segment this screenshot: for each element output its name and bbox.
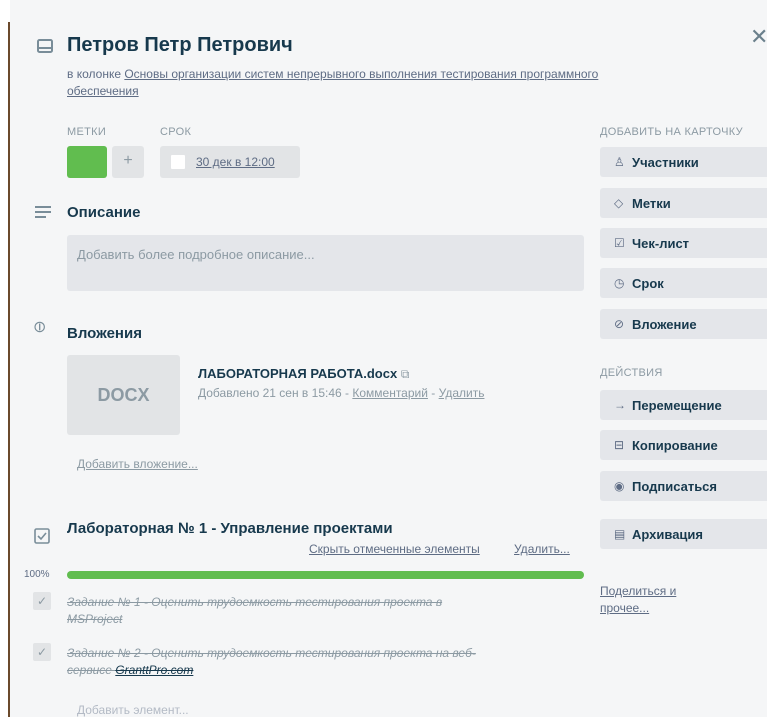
checklist-item-checkbox[interactable]: ✓: [33, 643, 51, 661]
actions-heading: ДЕЙСТВИЯ: [600, 367, 663, 379]
attachment-thumbnail[interactable]: DOCX: [67, 355, 180, 435]
attachment-delete-link[interactable]: Удалить: [439, 386, 485, 400]
checklist-item-text-cont: сервисе: [67, 663, 112, 677]
description-field[interactable]: Добавить более подробное описание...: [67, 235, 584, 291]
labels-button[interactable]: ◇ Метки: [600, 188, 767, 218]
checklist-item-text: Задание № 1 - Оценить трудоемкость тести…: [67, 595, 443, 609]
delete-checklist-link[interactable]: Удалить...: [514, 542, 570, 556]
copy-button[interactable]: ⊟ Копирование: [600, 430, 767, 460]
share-text-cont: прочее...: [600, 601, 650, 615]
checklist-icon: [34, 528, 50, 544]
checklist-item[interactable]: Задание № 1 - Оценить трудоемкость тести…: [67, 594, 517, 628]
subscribe-button[interactable]: ◉ Подписаться: [600, 471, 767, 501]
add-checklist-item[interactable]: Добавить элемент...: [77, 703, 189, 717]
share-text: Поделиться и: [600, 584, 677, 598]
move-button[interactable]: → Перемещение: [600, 390, 767, 420]
checklist-item-text: Задание № 2 - Оценить трудоемкость тести…: [67, 646, 476, 660]
checklist-progress-fill: [67, 571, 584, 579]
attachment-separator: -: [431, 386, 436, 400]
checklist-item-link[interactable]: GranttPro.com: [115, 663, 193, 677]
attachment-meta: Добавлено 21 сен в 15:46 - Комментарий -…: [198, 386, 484, 400]
share-and-more-link[interactable]: Поделиться и прочее...: [600, 583, 676, 617]
due-date-text: 30 дек в 12:00: [196, 155, 275, 169]
add-attachment-link[interactable]: Добавить вложение...: [77, 457, 198, 471]
card-icon: ⊟: [614, 438, 625, 452]
person-icon: ♙: [614, 155, 625, 169]
due-date-button[interactable]: ◷ Срок: [600, 268, 767, 298]
eye-icon: ◉: [614, 479, 625, 493]
archive-button[interactable]: ▤ Архивация: [600, 519, 767, 549]
checklist-button[interactable]: ☑ Чек-лист: [600, 228, 767, 258]
add-label-button[interactable]: +: [112, 146, 144, 178]
archive-icon: ▤: [614, 527, 626, 541]
checkbox-icon: ☑: [614, 236, 625, 250]
attachment-button[interactable]: ⊘ Вложение: [600, 309, 767, 339]
attachments-heading: Вложения: [67, 325, 142, 342]
list-link-cont[interactable]: обеспечения: [67, 84, 139, 98]
paperclip-icon: ⊘: [614, 317, 625, 331]
checklist-item[interactable]: Задание № 2 - Оценить трудоемкость тести…: [67, 645, 517, 679]
checklist-item-text-cont: MSProject: [67, 612, 123, 626]
label-green[interactable]: [67, 146, 107, 178]
labels-heading: МЕТКИ: [67, 126, 107, 138]
add-to-card-heading: ДОБАВИТЬ НА КАРТОЧКУ: [600, 126, 743, 138]
checklist-progress-percent: 100%: [24, 569, 50, 580]
card-icon: [37, 39, 53, 53]
card-title[interactable]: Петров Петр Петрович: [67, 34, 293, 57]
tag-icon: ◇: [614, 196, 624, 210]
checklist-progress-bar: [67, 571, 584, 579]
description-heading: Описание: [67, 204, 141, 221]
external-link-icon[interactable]: ⧉: [401, 367, 410, 381]
hide-checked-link[interactable]: Скрыть отмеченные элементы: [309, 542, 480, 556]
checklist-title[interactable]: Лабораторная № 1 - Управление проектами: [67, 520, 393, 537]
arrow-right-icon: →: [614, 398, 626, 412]
clock-icon: ◷: [614, 276, 625, 290]
attachment-name[interactable]: ЛАБОРАТОРНАЯ РАБОТА.docx ⧉: [198, 366, 409, 382]
list-link[interactable]: Основы организации систем непрерывного в…: [124, 67, 598, 81]
description-placeholder: Добавить более подробное описание...: [77, 247, 315, 262]
members-button[interactable]: ♙ Участники: [600, 147, 767, 177]
list-prefix: в колонке: [67, 67, 121, 81]
due-date-button[interactable]: 30 дек в 12:00: [160, 146, 300, 178]
attachment-added: Добавлено 21 сен в 15:46 -: [198, 386, 350, 400]
close-icon[interactable]: ✕: [750, 24, 767, 50]
card-list-info: в колонке Основы организации систем непр…: [67, 66, 717, 100]
description-icon: [35, 206, 51, 218]
due-heading: СРОК: [160, 126, 192, 138]
attachment-comment-link[interactable]: Комментарий: [352, 386, 428, 400]
attachment-file-name[interactable]: ЛАБОРАТОРНАЯ РАБОТА.docx: [198, 366, 397, 381]
checklist-item-checkbox[interactable]: ✓: [33, 592, 51, 610]
due-complete-checkbox[interactable]: [170, 154, 186, 170]
